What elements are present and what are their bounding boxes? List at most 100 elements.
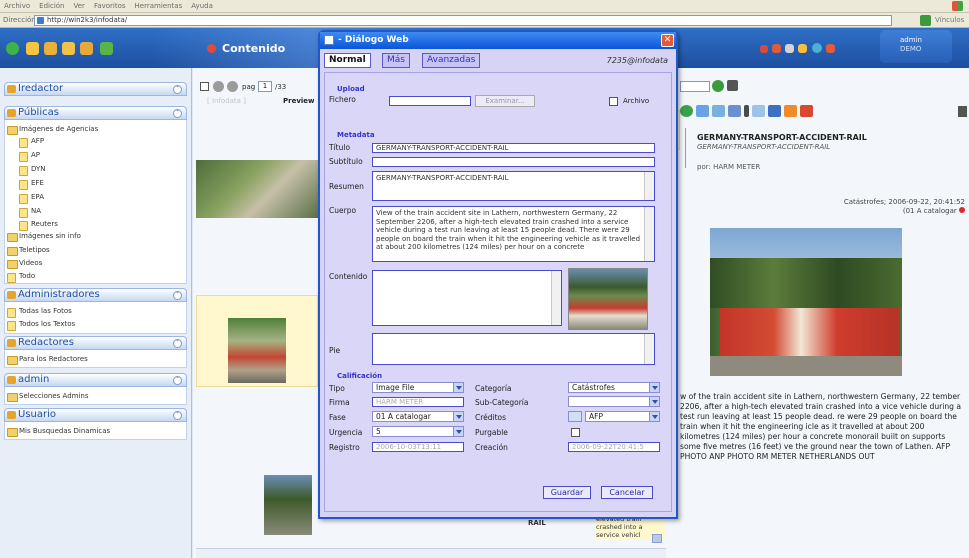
home-icon[interactable]	[6, 42, 19, 55]
chart-icon[interactable]	[798, 44, 807, 53]
tree-item[interactable]: AFP	[19, 137, 44, 148]
tree-item[interactable]: NA	[19, 207, 41, 218]
folder-icon[interactable]	[62, 42, 75, 55]
creacion-input[interactable]: 2006-09-22T20:41:5	[568, 442, 660, 452]
folder-icon[interactable]	[44, 42, 57, 55]
subtitulo-input[interactable]	[372, 157, 655, 167]
collapse-icon[interactable]: ˆ	[173, 109, 182, 118]
collapse-icon[interactable]: ˆ	[173, 85, 182, 94]
pie-textarea[interactable]	[372, 333, 655, 365]
go-icon[interactable]	[712, 80, 724, 92]
tree-item[interactable]: Teletipos	[7, 246, 50, 256]
go-button[interactable]	[920, 15, 931, 26]
copy-icon[interactable]	[696, 105, 709, 117]
user-box[interactable]: admin DEMO	[880, 30, 952, 63]
menu-ver[interactable]: Ver	[70, 0, 90, 10]
panel-usuario[interactable]: Usuario ˆ	[4, 408, 187, 422]
globe-icon[interactable]	[812, 43, 822, 53]
close-button[interactable]: ✕	[661, 34, 674, 47]
tree-item[interactable]: Todas las Fotos	[7, 307, 72, 318]
urgencia-select[interactable]: 5	[372, 426, 464, 437]
tree-item[interactable]: EFE	[19, 179, 44, 190]
tree-item[interactable]: Imágenes sin info	[7, 232, 81, 242]
tree-item[interactable]: EPA	[19, 193, 44, 204]
cuerpo-textarea[interactable]: View of the train accident site in Lathe…	[372, 206, 655, 262]
tree-item[interactable]: Selecciones Admins	[7, 392, 89, 402]
tree-item[interactable]: Mis Busquedas Dinamicas	[7, 427, 110, 437]
tree-item[interactable]: DYN	[19, 165, 46, 176]
tree-item[interactable]: Videos	[7, 259, 42, 269]
titulo-input[interactable]: GERMANY-TRANSPORT-ACCIDENT-RAIL	[372, 143, 655, 153]
tools-icon[interactable]	[785, 44, 794, 53]
tree-item[interactable]: Para los Redactores	[7, 355, 88, 365]
links-label[interactable]: Vínculos	[935, 16, 964, 24]
registro-input[interactable]: 2006-10-03T13:11	[372, 442, 464, 452]
purgable-checkbox[interactable]	[571, 428, 580, 437]
panel-redactores[interactable]: Redactores ˆ	[4, 336, 187, 350]
guardar-button[interactable]: Guardar	[543, 486, 591, 499]
fichero-input[interactable]	[389, 96, 471, 106]
save-icon[interactable]	[744, 105, 749, 117]
tab-avanzadas[interactable]: Avanzadas	[422, 53, 481, 68]
firma-input[interactable]: HARM METER	[372, 397, 464, 407]
menu-ayuda[interactable]: Ayuda	[187, 0, 218, 10]
page-checkbox[interactable]	[200, 82, 209, 91]
cuerpo-scrollbar[interactable]	[644, 207, 654, 261]
page-input[interactable]: 1	[258, 81, 272, 92]
pie-scrollbar[interactable]	[644, 334, 654, 364]
panel-publicas[interactable]: Públicas ˆ	[4, 106, 187, 120]
thumbnail-image[interactable]	[228, 318, 286, 383]
creditos-select[interactable]: AFP	[585, 411, 660, 422]
detail-image[interactable]	[710, 228, 902, 376]
delete-icon[interactable]	[800, 105, 813, 117]
print-icon[interactable]	[728, 105, 741, 117]
first-page-icon[interactable]	[213, 81, 224, 92]
menu-edicion[interactable]: Edición	[35, 0, 69, 10]
contenido-scrollbar[interactable]	[551, 271, 561, 325]
edit-icon[interactable]	[712, 105, 725, 117]
tree-item[interactable]: Imágenes de Agencias	[7, 125, 98, 135]
panel-redactor[interactable]: Iredactor ˆ	[4, 82, 187, 96]
image-icon[interactable]	[100, 42, 113, 55]
collapse-icon[interactable]: ˆ	[173, 411, 182, 420]
tipo-select[interactable]: Image File	[372, 382, 464, 393]
examinar-button[interactable]: Examinar...	[475, 95, 535, 107]
star-icon[interactable]	[760, 45, 768, 53]
resumen-textarea[interactable]: GERMANY-TRANSPORT-ACCIDENT-RAIL	[372, 171, 655, 201]
tab-mas[interactable]: Más	[382, 53, 410, 68]
tree-item[interactable]: Todos los Textos	[7, 320, 75, 331]
categoria-select[interactable]: Catástrofes	[568, 382, 660, 393]
subcategoria-select[interactable]	[568, 396, 660, 407]
resumen-scrollbar[interactable]	[644, 172, 654, 200]
fase-select[interactable]: 01 A catalogar	[372, 411, 464, 422]
detail-select[interactable]	[680, 81, 710, 92]
address-input[interactable]: http://win2k3/infodata/	[34, 15, 892, 26]
collapse-icon[interactable]: ˆ	[173, 376, 182, 385]
contenido-textarea[interactable]	[372, 270, 562, 326]
tree-item[interactable]: Todo	[7, 272, 35, 283]
menu-archivo[interactable]: Archivo	[0, 0, 35, 10]
horizontal-scrollbar[interactable]	[196, 548, 666, 558]
menu-favoritos[interactable]: Favoritos	[90, 0, 131, 10]
folder-icon[interactable]	[26, 42, 39, 55]
folder-icon[interactable]	[80, 42, 93, 55]
tree-item[interactable]: Reuters	[19, 220, 58, 231]
settings-icon[interactable]	[826, 44, 835, 53]
collapse-icon[interactable]: ˆ	[173, 291, 182, 300]
archivo-checkbox[interactable]	[609, 97, 618, 106]
cancelar-button[interactable]: Cancelar	[601, 486, 653, 499]
zoom-icon[interactable]	[752, 105, 765, 117]
refresh-icon[interactable]	[680, 105, 693, 117]
creditos-color-swatch[interactable]	[568, 411, 582, 422]
close-pane-icon[interactable]	[958, 106, 967, 117]
panel-administradores[interactable]: Administradores ˆ	[4, 288, 187, 302]
panel-admin[interactable]: admin ˆ	[4, 373, 187, 387]
tab-normal[interactable]: Normal	[324, 53, 371, 68]
send-icon[interactable]	[768, 105, 781, 117]
tree-item[interactable]: AP	[19, 151, 40, 162]
thumbnail-image[interactable]	[196, 160, 318, 218]
collapse-icon[interactable]: ˆ	[173, 339, 182, 348]
flag-icon[interactable]	[784, 105, 797, 117]
menu-herramientas[interactable]: Herramientas	[131, 0, 188, 10]
delete-icon[interactable]	[772, 44, 781, 53]
